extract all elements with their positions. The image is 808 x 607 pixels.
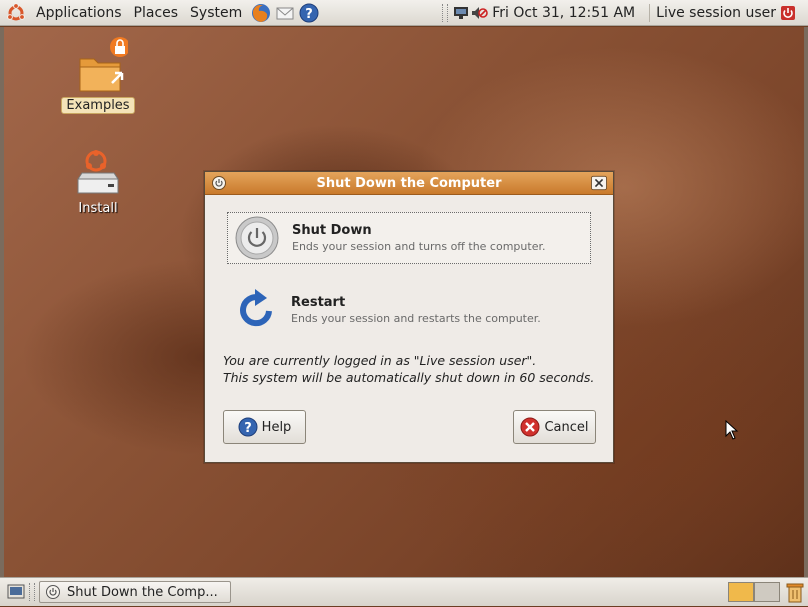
help-icon[interactable]: ? — [298, 2, 320, 24]
restart-option[interactable]: Restart Ends your session and restarts t… — [227, 284, 591, 336]
desktop-icon-examples[interactable]: Examples — [58, 37, 138, 114]
window-menu-icon[interactable] — [211, 175, 227, 191]
svg-text:?: ? — [305, 7, 313, 22]
desktop-icon-install[interactable]: Install — [58, 149, 138, 216]
restart-icon — [240, 289, 272, 327]
svg-text:?: ? — [244, 421, 252, 436]
taskbar-button-shutdown[interactable]: Shut Down the Comp... — [39, 581, 231, 603]
show-desktop-icon[interactable] — [7, 583, 25, 601]
help-icon: ? — [238, 417, 258, 437]
bottom-panel: Shut Down the Comp... — [0, 577, 808, 606]
clock[interactable]: Fri Oct 31, 12:51 AM — [492, 5, 635, 21]
restart-option-title: Restart — [291, 295, 346, 310]
cancel-button[interactable]: Cancel — [513, 410, 596, 444]
desktop-icon-label: Install — [78, 201, 118, 216]
workspace-1[interactable] — [728, 582, 754, 602]
countdown-message: This system will be automatically shut d… — [223, 370, 595, 385]
dialog-titlebar[interactable]: Shut Down the Computer — [205, 172, 613, 195]
restart-option-description: Ends your session and restarts the compu… — [291, 312, 541, 325]
shutdown-option-title: Shut Down — [292, 223, 372, 238]
menu-applications[interactable]: Applications — [30, 0, 128, 26]
workspace-2[interactable] — [754, 582, 780, 602]
power-icon — [235, 216, 279, 260]
close-icon[interactable] — [591, 175, 607, 191]
mouse-cursor-icon — [725, 420, 739, 440]
volume-muted-icon[interactable] — [470, 4, 488, 22]
help-button[interactable]: ? Help — [223, 410, 306, 444]
folder-icon — [79, 37, 128, 92]
dialog-message: You are currently logged in as "Live ses… — [223, 352, 594, 386]
network-icon[interactable] — [452, 4, 470, 22]
top-panel: Applications Places System ? Fri Oct 31,… — [0, 0, 808, 26]
shutdown-option-description: Ends your session and turns off the comp… — [292, 240, 546, 253]
window-icon — [46, 585, 60, 599]
taskbar-handle[interactable] — [29, 583, 35, 601]
shutdown-dialog: Shut Down the Computer Shut Down Ends yo… — [204, 171, 614, 463]
power-icon[interactable] — [780, 5, 796, 21]
drive-icon — [77, 150, 119, 194]
cancel-button-label: Cancel — [544, 419, 589, 435]
panel-separator — [649, 3, 651, 22]
menu-system[interactable]: System — [184, 0, 248, 26]
tray-handle[interactable] — [442, 3, 449, 22]
user-switcher[interactable]: Live session user — [656, 5, 776, 21]
help-button-label: Help — [261, 419, 292, 435]
menu-places[interactable]: Places — [128, 0, 185, 26]
dialog-title: Shut Down the Computer — [316, 175, 502, 191]
ubuntu-logo-icon[interactable] — [6, 2, 26, 23]
desktop-icon-label: Examples — [61, 97, 135, 114]
logged-in-message: You are currently logged in as "Live ses… — [223, 353, 537, 368]
trash-icon[interactable] — [786, 581, 804, 603]
mail-icon[interactable] — [274, 2, 296, 24]
cancel-icon — [520, 417, 540, 437]
taskbar-button-label: Shut Down the Comp... — [67, 584, 218, 600]
firefox-icon[interactable] — [250, 2, 272, 24]
shutdown-option[interactable]: Shut Down Ends your session and turns of… — [227, 212, 591, 264]
